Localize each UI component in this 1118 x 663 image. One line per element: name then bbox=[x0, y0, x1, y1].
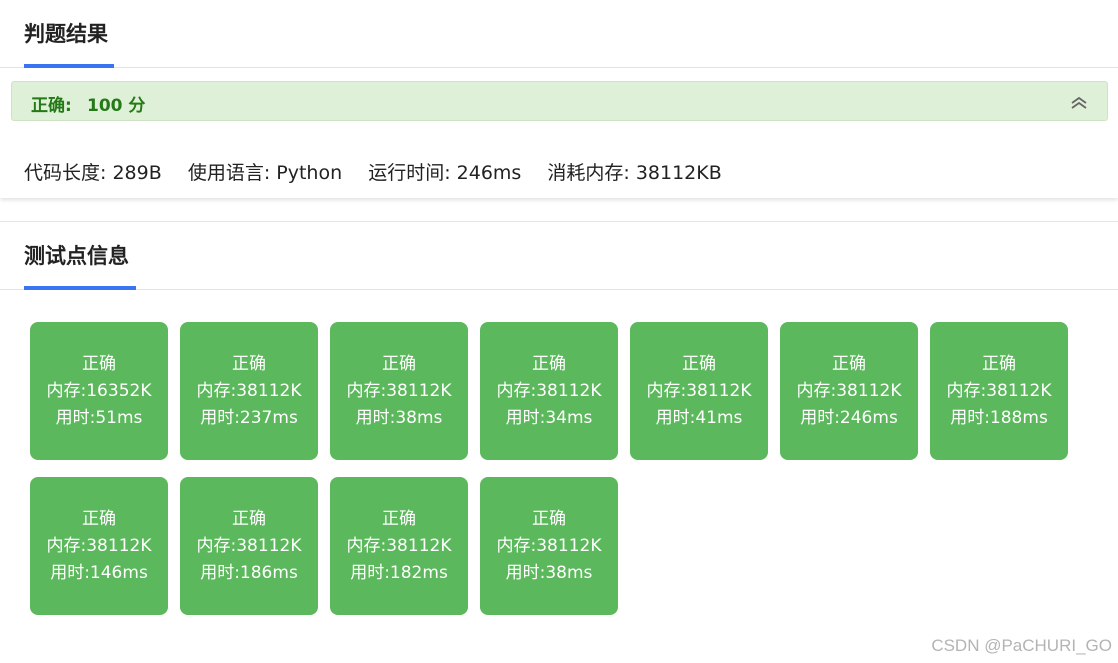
testcase-memory: 内存:38112K bbox=[196, 380, 302, 401]
stat-run-time: 运行时间: 246ms bbox=[368, 162, 521, 184]
testcase-time: 用时:41ms bbox=[655, 407, 743, 428]
testcase-status: 正确 bbox=[82, 353, 116, 374]
testcase-card[interactable]: 正确 内存:38112K 用时:34ms bbox=[480, 322, 618, 460]
stat-label: 使用语言: bbox=[187, 162, 271, 184]
testcase-status: 正确 bbox=[382, 353, 416, 374]
result-score: 100 分 bbox=[87, 96, 146, 116]
testcase-card[interactable]: 正确 内存:38112K 用时:182ms bbox=[330, 477, 468, 615]
stat-code-length: 代码长度: 289B bbox=[24, 162, 162, 184]
submission-stats: 代码长度: 289B 使用语言: Python 运行时间: 246ms 消耗内存… bbox=[24, 158, 742, 185]
testcase-card[interactable]: 正确 内存:16352K 用时:51ms bbox=[30, 322, 168, 460]
testcase-time: 用时:51ms bbox=[55, 407, 143, 428]
testcase-status: 正确 bbox=[532, 508, 566, 529]
testcase-memory: 内存:38112K bbox=[646, 380, 752, 401]
testcase-status: 正确 bbox=[832, 353, 866, 374]
result-tab-title[interactable]: 判题结果 bbox=[24, 18, 108, 48]
active-tab-indicator bbox=[24, 64, 114, 68]
testcase-time: 用时:246ms bbox=[800, 407, 898, 428]
testcase-status: 正确 bbox=[232, 353, 266, 374]
stat-language: 使用语言: Python bbox=[188, 162, 342, 184]
testcase-memory: 内存:38112K bbox=[346, 535, 452, 556]
testcase-time: 用时:188ms bbox=[950, 407, 1048, 428]
testcase-memory: 内存:38112K bbox=[496, 535, 602, 556]
testcase-status: 正确 bbox=[82, 508, 116, 529]
result-panel: 判题结果 正确: 100 分 代码长度: 289B 使用语言: Python 运… bbox=[0, 0, 1118, 198]
testcase-card[interactable]: 正确 内存:38112K 用时:38ms bbox=[330, 322, 468, 460]
stat-value: Python bbox=[276, 162, 343, 184]
testcase-status: 正确 bbox=[382, 508, 416, 529]
testcase-card[interactable]: 正确 内存:38112K 用时:237ms bbox=[180, 322, 318, 460]
testcase-time: 用时:186ms bbox=[200, 562, 298, 583]
testcase-memory: 内存:38112K bbox=[196, 535, 302, 556]
testcase-time: 用时:146ms bbox=[50, 562, 148, 583]
double-chevron-up-icon[interactable] bbox=[1069, 94, 1089, 110]
testcase-card[interactable]: 正确 内存:38112K 用时:188ms bbox=[930, 322, 1068, 460]
testcase-time: 用时:38ms bbox=[355, 407, 443, 428]
testcase-card[interactable]: 正确 内存:38112K 用时:38ms bbox=[480, 477, 618, 615]
testcase-memory: 内存:38112K bbox=[496, 380, 602, 401]
testcase-time: 用时:38ms bbox=[505, 562, 593, 583]
testcase-memory: 内存:38112K bbox=[946, 380, 1052, 401]
testcase-time: 用时:182ms bbox=[350, 562, 448, 583]
testcases-panel: 测试点信息 正确 内存:16352K 用时:51ms 正确 内存:38112K … bbox=[0, 221, 1118, 663]
result-status: 正确: bbox=[31, 96, 72, 116]
testcase-memory: 内存:38112K bbox=[796, 380, 902, 401]
testcase-status: 正确 bbox=[982, 353, 1016, 374]
testcase-status: 正确 bbox=[532, 353, 566, 374]
testcase-card[interactable]: 正确 内存:38112K 用时:246ms bbox=[780, 322, 918, 460]
stat-value: 246ms bbox=[456, 162, 522, 184]
testcase-card[interactable]: 正确 内存:38112K 用时:41ms bbox=[630, 322, 768, 460]
stat-label: 代码长度: bbox=[24, 162, 107, 184]
testcase-memory: 内存:16352K bbox=[46, 380, 152, 401]
testcases-tab-header: 测试点信息 bbox=[0, 222, 1118, 290]
result-summary-bar[interactable]: 正确: 100 分 bbox=[11, 81, 1108, 121]
testcase-memory: 内存:38112K bbox=[346, 380, 452, 401]
testcase-card[interactable]: 正确 内存:38112K 用时:186ms bbox=[180, 477, 318, 615]
stat-label: 消耗内存: bbox=[547, 162, 630, 184]
testcase-time: 用时:34ms bbox=[505, 407, 593, 428]
testcase-status: 正确 bbox=[682, 353, 716, 374]
result-tab-header: 判题结果 bbox=[0, 0, 1118, 68]
testcase-time: 用时:237ms bbox=[200, 407, 298, 428]
stat-value: 38112KB bbox=[635, 162, 722, 184]
active-tab-indicator bbox=[24, 286, 136, 290]
testcase-status: 正确 bbox=[232, 508, 266, 529]
watermark: CSDN @PaCHURI_GO bbox=[931, 636, 1112, 655]
testcase-card[interactable]: 正确 内存:38112K 用时:146ms bbox=[30, 477, 168, 615]
testcase-memory: 内存:38112K bbox=[46, 535, 152, 556]
testcases-tab-title[interactable]: 测试点信息 bbox=[24, 240, 129, 270]
stat-memory: 消耗内存: 38112KB bbox=[547, 162, 721, 184]
stat-value: 289B bbox=[112, 162, 162, 184]
stat-label: 运行时间: bbox=[368, 162, 451, 184]
